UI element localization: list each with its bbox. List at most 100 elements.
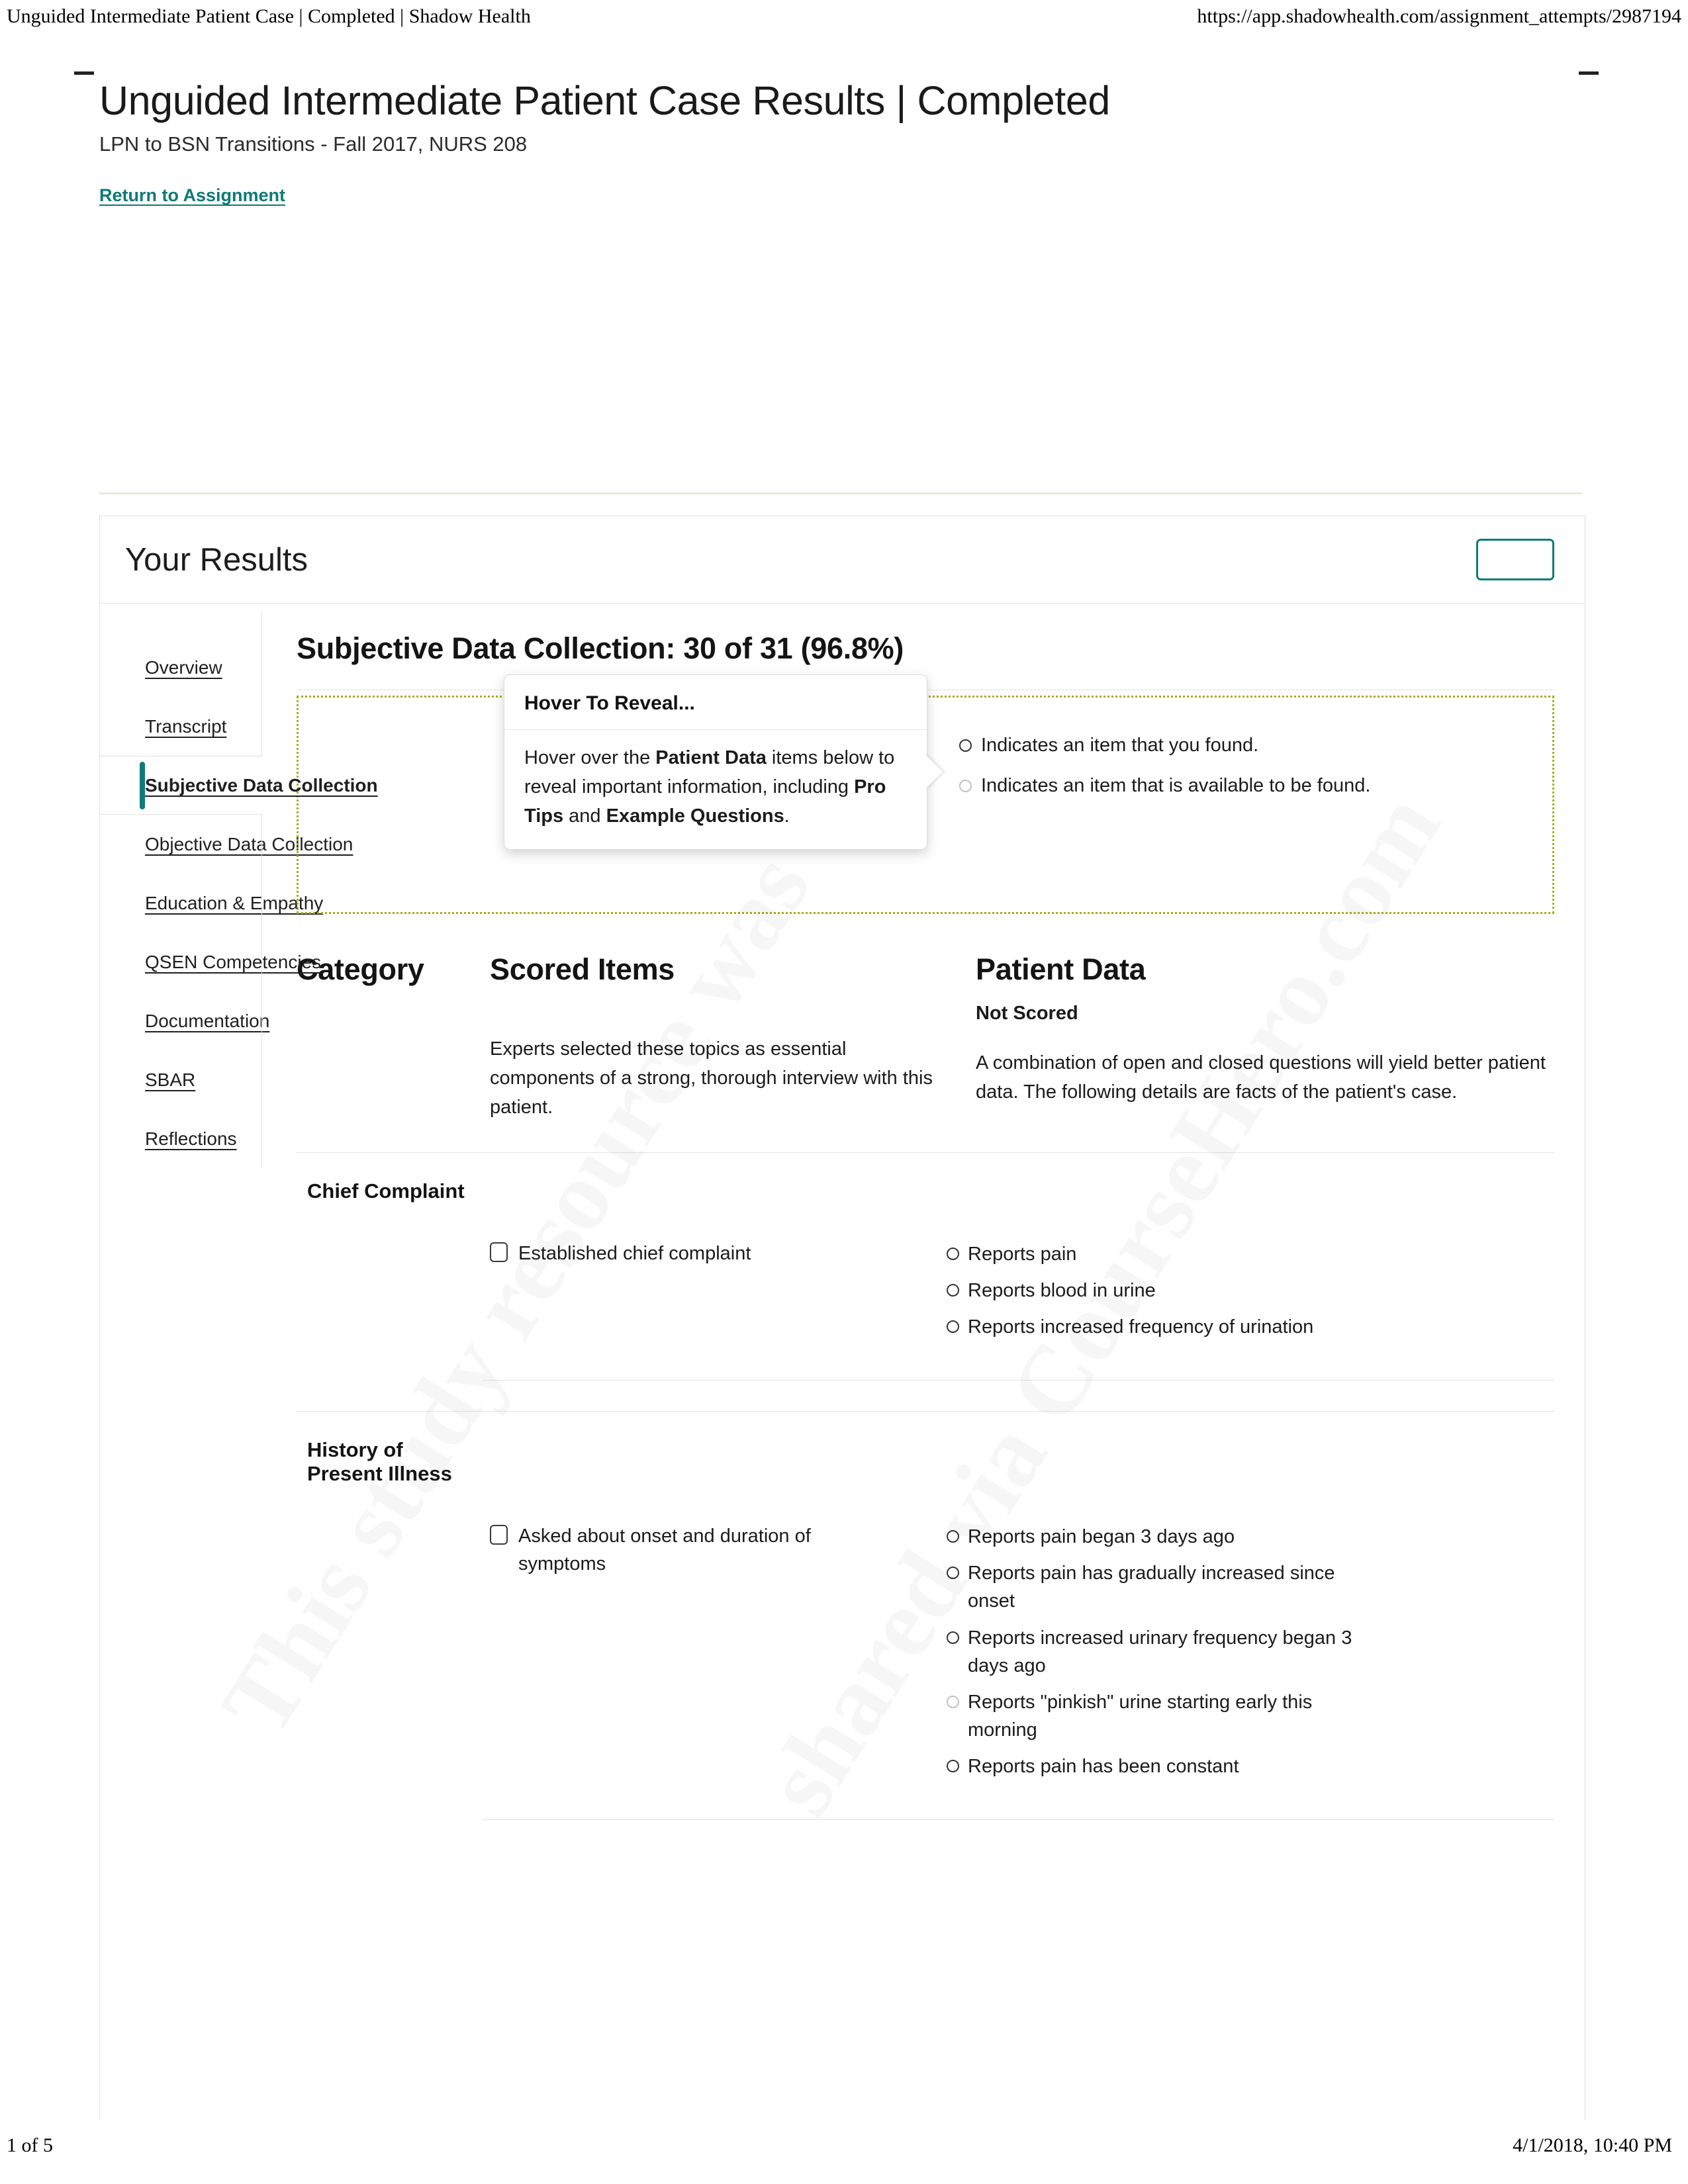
column-patient-data: Patient Data Not Scored A combination of…: [947, 952, 1554, 1122]
legend-tooltip-area: Hover To Reveal... Hover over the Patien…: [299, 674, 947, 912]
sidebar-item-subjective-data-collection[interactable]: Subjective Data Collection: [100, 756, 378, 815]
patient-data-label: Reports increased urinary frequency bega…: [968, 1627, 1352, 1676]
legend-row: Indicates an item that you found.: [959, 732, 1409, 759]
column-headers: Category Scored Items Experts selected t…: [297, 952, 1554, 1122]
print-header: Unguided Intermediate Patient Case | Com…: [0, 5, 1688, 28]
sidebar-item-reflections[interactable]: Reflections: [100, 1109, 262, 1168]
category-row: History of Present Illness: [297, 1412, 1554, 1486]
legend-label: Indicates an item that you found.: [981, 735, 1259, 756]
column-header-category: Category: [297, 952, 424, 986]
sidebar-item-label: Documentation: [145, 1010, 270, 1031]
tooltip-text-suffix: .: [784, 805, 790, 827]
sidebar-item-label: Subjective Data Collection: [145, 774, 378, 796]
patient-data-item[interactable]: Reports blood in urine: [947, 1277, 1370, 1304]
circle-unfound-icon: [959, 780, 972, 793]
circle-found-icon: [947, 1631, 959, 1644]
scored-items-description: Experts selected these topics as essenti…: [490, 1038, 933, 1118]
sidebar-item-label: Transcript: [145, 715, 227, 737]
sidebar-item-objective-data-collection[interactable]: Objective Data Collection: [100, 815, 353, 874]
legend-entries: Indicates an item that you found. Indicat…: [947, 698, 1552, 912]
return-to-assignment-link[interactable]: Return to Assignment: [99, 185, 285, 206]
section-divider: [99, 492, 1582, 494]
page-title-block: Unguided Intermediate Patient Case Resul…: [99, 78, 1556, 206]
legend-box: Hover To Reveal... Hover over the Patien…: [297, 674, 1554, 914]
patient-data-label: Reports "pinkish" urine starting early t…: [968, 1691, 1313, 1741]
legend-label: Indicates an item that is available to b…: [981, 775, 1371, 797]
scored-item-cell: Asked about onset and duration of sympto…: [483, 1523, 947, 1788]
patient-data-label: Reports blood in urine: [968, 1280, 1156, 1302]
patient-data-label: Reports pain: [968, 1244, 1077, 1265]
patient-data-label: Reports pain began 3 days ago: [968, 1526, 1235, 1548]
tooltip-title: Hover To Reveal...: [504, 675, 927, 730]
category-spacer: [297, 1523, 483, 1788]
sidebar-item-label: QSEN Competencies: [145, 951, 322, 972]
patient-data-label: Reports pain has been constant: [968, 1755, 1239, 1777]
patient-data-item[interactable]: Reports pain: [947, 1240, 1370, 1268]
patient-data-item[interactable]: Reports pain has been constant: [947, 1752, 1370, 1780]
patient-data-label: Reports pain has gradually increased sin…: [968, 1563, 1335, 1612]
results-heading: Your Results: [125, 541, 308, 578]
results-panel-header: Your Results: [100, 516, 1585, 604]
checkbox-icon[interactable]: [490, 1525, 508, 1545]
results-sidebar: Overview Transcript Subjective Data Collec…: [100, 604, 378, 1820]
sidebar-item-label: SBAR: [145, 1069, 196, 1090]
crop-mark-right: [1579, 71, 1599, 75]
panel-action-button[interactable]: [1476, 539, 1554, 580]
sidebar-item-transcript[interactable]: Transcript: [100, 697, 262, 756]
sidebar-item-overview[interactable]: Overview: [100, 638, 262, 697]
circle-found-icon: [959, 739, 972, 752]
column-scored-items: Scored Items Experts selected these topi…: [483, 952, 947, 1122]
circle-found-icon: [947, 1759, 959, 1772]
patient-data-cell: Reports pain Reports blood in urine Report…: [947, 1240, 1554, 1349]
patient-data-item[interactable]: Reports "pinkish" urine starting early t…: [947, 1688, 1370, 1744]
category-list: Chief Complaint Established chief complai…: [297, 1152, 1554, 1820]
category-spacer: [297, 1240, 483, 1349]
print-footer-page: 1 of 5: [7, 2134, 53, 2156]
page-subtitle: LPN to BSN Transitions - Fall 2017, NURS…: [99, 132, 528, 156]
scored-item-label: Established chief complaint: [518, 1243, 751, 1265]
print-footer: 1 of 5 4/1/2018, 10:40 PM: [0, 2134, 1688, 2157]
sidebar-item-education-empathy[interactable]: Education & Empathy: [100, 874, 323, 933]
sidebar-item-label: Reflections: [145, 1128, 237, 1149]
sidebar-item-label: Overview: [145, 657, 222, 678]
circle-unfound-icon: [947, 1695, 959, 1708]
sidebar-item-sbar[interactable]: SBAR: [100, 1050, 262, 1109]
scored-item: Asked about onset and duration of sympto…: [490, 1523, 887, 1577]
patient-data-cell: Reports pain began 3 days ago Reports pai…: [947, 1523, 1554, 1788]
scored-item-label: Asked about onset and duration of sympto…: [518, 1525, 811, 1574]
circle-found-icon: [947, 1567, 959, 1580]
hover-to-reveal-tooltip: Hover To Reveal... Hover over the Patien…: [504, 674, 943, 850]
results-panel: Your Results Overview Transcript Subjectiv…: [99, 516, 1585, 2120]
column-header-scored-items: Scored Items: [490, 952, 675, 986]
print-header-url: https://app.shadowhealth.com/assignment_…: [1197, 5, 1681, 27]
patient-data-item[interactable]: Reports increased urinary frequency bega…: [947, 1624, 1370, 1680]
scored-item: Established chief complaint: [490, 1240, 887, 1267]
sidebar-item-qsen-competencies[interactable]: QSEN Competencies: [100, 933, 321, 991]
tooltip-bold-example-questions: Example Questions: [606, 805, 784, 827]
column-category: Category: [297, 952, 483, 1122]
checkbox-icon[interactable]: [490, 1242, 508, 1263]
patient-data-item[interactable]: Reports pain began 3 days ago: [947, 1523, 1370, 1551]
scored-item-divider: [483, 1819, 1554, 1820]
sidebar-item-documentation[interactable]: Documentation: [100, 991, 269, 1050]
patient-data-item[interactable]: Reports increased frequency of urination: [947, 1313, 1370, 1341]
scored-item-divider: [483, 1380, 1554, 1381]
circle-found-icon: [947, 1248, 959, 1261]
results-content: Subjective Data Collection: 30 of 31 (96…: [262, 604, 1585, 1820]
patient-data-description: A combination of open and closed questio…: [976, 1052, 1546, 1103]
scored-item-row: Asked about onset and duration of sympto…: [297, 1486, 1554, 1788]
category-name: History of Present Illness: [307, 1438, 452, 1486]
circle-found-icon: [947, 1320, 959, 1334]
patient-data-item[interactable]: Reports pain has gradually increased sin…: [947, 1559, 1370, 1615]
print-header-title: Unguided Intermediate Patient Case | Com…: [7, 5, 531, 27]
circle-found-icon: [947, 1284, 959, 1297]
column-header-patient-data: Patient Data: [976, 952, 1146, 986]
print-footer-timestamp: 4/1/2018, 10:40 PM: [1513, 2134, 1672, 2156]
category-row: Chief Complaint: [297, 1153, 1554, 1203]
category-name: Chief Complaint: [307, 1179, 465, 1203]
scored-item-cell: Established chief complaint: [483, 1240, 947, 1349]
tooltip-arrow-icon: [925, 754, 943, 789]
tooltip-body: Hover over the Patient Data items below …: [504, 730, 927, 849]
scored-item-row: Established chief complaint Reports pain R…: [297, 1203, 1554, 1349]
circle-found-icon: [947, 1530, 959, 1543]
